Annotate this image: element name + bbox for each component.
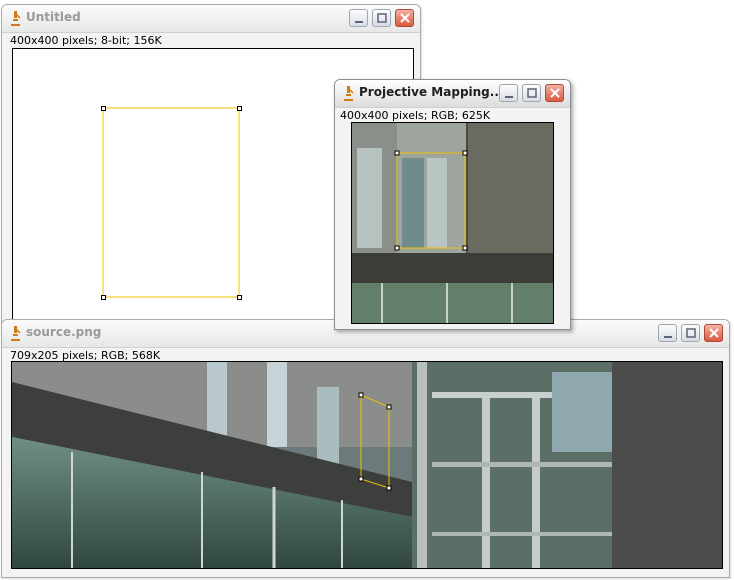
- selection-rectangle[interactable]: [102, 107, 240, 298]
- window-title: source.png: [26, 325, 102, 339]
- close-button[interactable]: [545, 84, 564, 102]
- window-title: Untitled: [26, 10, 81, 24]
- image-canvas[interactable]: [351, 122, 554, 324]
- image-info: 400x400 pixels; RGB; 625K: [340, 109, 491, 122]
- minimize-button[interactable]: [658, 324, 677, 342]
- source-window[interactable]: source.png 709x205 pixels; RGB; 568K: [1, 319, 730, 578]
- maximize-icon: [686, 328, 696, 338]
- maximize-button[interactable]: [681, 324, 700, 342]
- building-photo: [12, 362, 722, 568]
- minimize-icon: [505, 96, 513, 98]
- microscope-icon: [342, 85, 354, 101]
- mapped-photo: [352, 123, 553, 323]
- selection-handle[interactable]: [237, 295, 242, 300]
- microscope-icon: [9, 325, 21, 341]
- projective-mapping-window[interactable]: Projective Mapping... 400x400 pixels; RG…: [334, 79, 571, 330]
- window-title: Projective Mapping...: [359, 85, 504, 99]
- close-icon: [550, 88, 560, 98]
- minimize-icon: [355, 21, 363, 23]
- maximize-icon: [377, 13, 387, 23]
- close-button[interactable]: [395, 9, 414, 27]
- close-button[interactable]: [704, 324, 723, 342]
- microscope-icon: [9, 10, 21, 26]
- selection-handle[interactable]: [101, 106, 106, 111]
- maximize-icon: [527, 88, 537, 98]
- image-info: 400x400 pixels; 8-bit; 156K: [10, 34, 162, 47]
- minimize-icon: [664, 336, 672, 338]
- close-icon: [709, 328, 719, 338]
- selection-handle[interactable]: [237, 106, 242, 111]
- minimize-button[interactable]: [499, 84, 518, 102]
- minimize-button[interactable]: [349, 9, 368, 27]
- image-canvas[interactable]: [11, 361, 723, 569]
- maximize-button[interactable]: [372, 9, 391, 27]
- projective-titlebar[interactable]: Projective Mapping...: [335, 80, 570, 108]
- selection-handle[interactable]: [101, 295, 106, 300]
- maximize-button[interactable]: [522, 84, 541, 102]
- untitled-titlebar[interactable]: Untitled: [2, 5, 420, 33]
- close-icon: [400, 13, 410, 23]
